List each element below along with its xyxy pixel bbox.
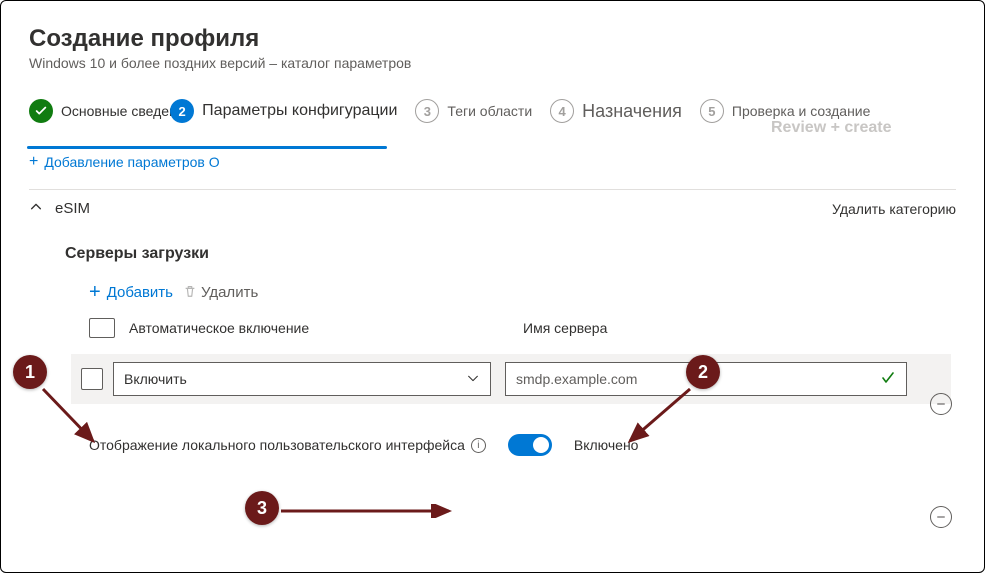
annotation-arrow-icon [39, 385, 109, 455]
step-number-icon: 2 [170, 99, 194, 123]
toggle-knob [533, 437, 549, 453]
wizard-step-label: Проверка и создание [732, 103, 871, 119]
column-header-auto-enable: Автоматическое включение [129, 320, 509, 336]
annotation-callout-3: 3 [245, 491, 279, 525]
chevron-up-icon[interactable] [29, 200, 43, 217]
table-row: Включить smdp.example.com [71, 354, 951, 404]
faded-background-text: Review + create [771, 119, 892, 137]
add-row-label: Добавить [107, 284, 173, 301]
step-number-icon: 4 [550, 99, 574, 123]
annotation-arrow-icon [279, 504, 459, 518]
remove-setting-button[interactable] [930, 393, 952, 415]
select-all-checkbox[interactable] [89, 318, 115, 338]
wizard-step-config[interactable]: 2 Параметры конфигурации [170, 99, 397, 123]
plus-icon: + [29, 153, 38, 171]
wizard-step-label: Параметры конфигурации [202, 102, 397, 120]
wizard-step-label: Теги области [447, 103, 532, 119]
annotation-arrow-icon [620, 385, 700, 455]
annotation-callout-2: 2 [686, 355, 720, 389]
dropdown-value: Включить [124, 371, 187, 387]
local-ui-label: Отображение локального пользовательского… [89, 437, 465, 453]
section-heading-download-servers: Серверы загрузки [65, 245, 956, 263]
table-header: Автоматическое включение Имя сервера [89, 318, 956, 338]
checkmark-icon [880, 370, 896, 389]
category-name: eSIM [55, 200, 90, 217]
wizard-step-label: Назначения [582, 101, 682, 122]
wizard-step-scope-tags[interactable]: 3 Теги области [415, 99, 532, 123]
trash-icon [183, 284, 197, 302]
delete-row-label: Удалить [201, 284, 258, 301]
column-header-server-name: Имя сервера [523, 320, 607, 336]
delete-row-button[interactable]: Удалить [183, 284, 258, 302]
local-ui-toggle[interactable] [508, 434, 552, 456]
add-row-button[interactable]: + Добавить [89, 281, 173, 304]
auto-enable-dropdown[interactable]: Включить [113, 362, 491, 396]
wizard-step-assignments[interactable]: 4 Назначения [550, 99, 682, 123]
plus-icon: + [89, 281, 101, 304]
page-title: Создание профиля [29, 25, 956, 53]
step-number-icon: 5 [700, 99, 724, 123]
check-icon [29, 99, 53, 123]
page-subtitle: Windows 10 и более поздних версий – ката… [29, 55, 956, 71]
add-settings-label: Добавление параметров О [44, 154, 219, 170]
chevron-down-icon [466, 371, 480, 388]
remove-setting-button[interactable] [930, 506, 952, 528]
step-number-icon: 3 [415, 99, 439, 123]
remove-category-button[interactable]: Удалить категорию [832, 201, 956, 217]
annotation-callout-1: 1 [13, 355, 47, 389]
wizard-step-basics[interactable]: Основные сведения [29, 99, 192, 123]
wizard-active-underline [27, 146, 387, 149]
add-settings-button[interactable]: + Добавление параметров О [29, 153, 956, 171]
info-icon[interactable]: i [471, 438, 486, 453]
